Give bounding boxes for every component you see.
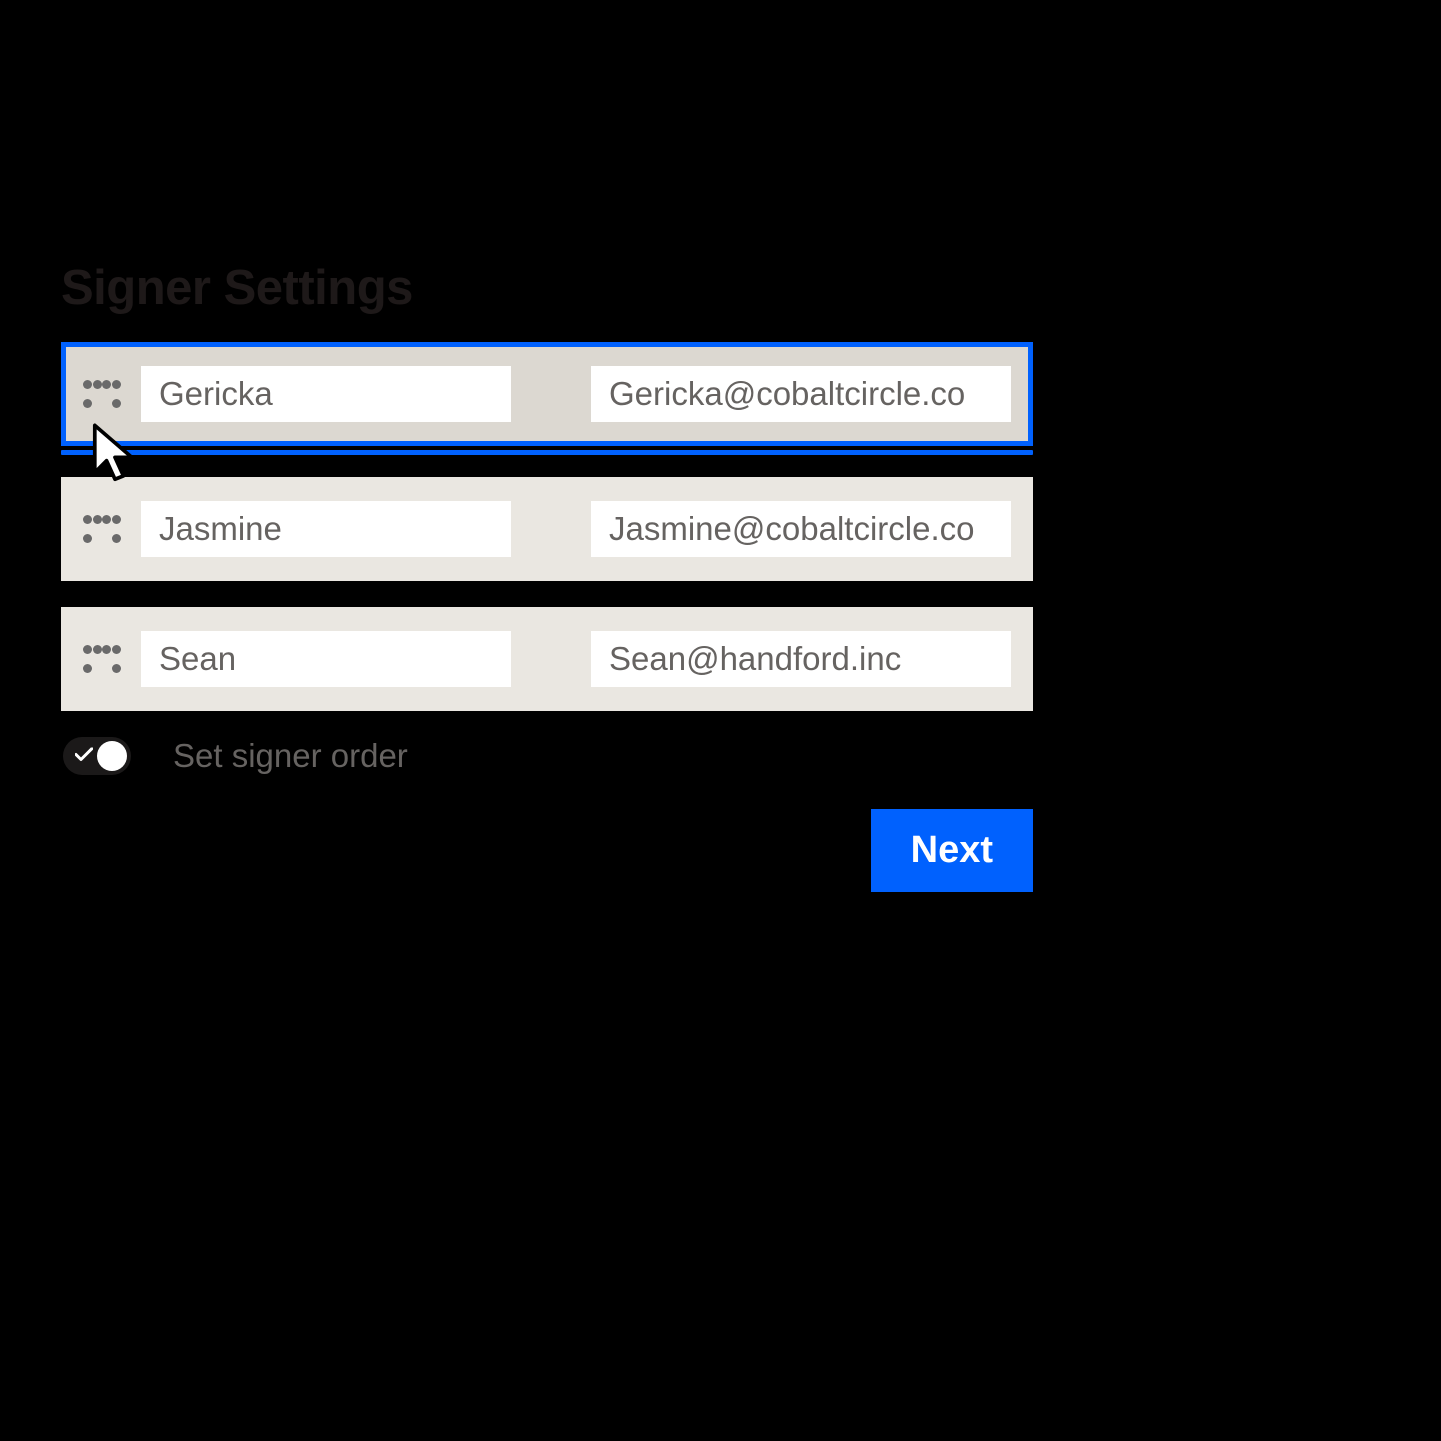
signer-row[interactable] bbox=[61, 607, 1033, 711]
signer-name-input[interactable] bbox=[141, 366, 511, 422]
footer: Next bbox=[61, 809, 1033, 892]
drag-handle-icon[interactable] bbox=[83, 645, 121, 673]
signer-settings-panel: Signer Settings bbox=[61, 260, 1033, 892]
drag-handle-icon[interactable] bbox=[83, 380, 121, 408]
signer-name-input[interactable] bbox=[141, 501, 511, 557]
signer-order-toggle-row: Set signer order bbox=[63, 737, 1033, 775]
page-title: Signer Settings bbox=[61, 260, 1033, 316]
signer-order-toggle-label: Set signer order bbox=[173, 737, 408, 775]
signer-email-input[interactable] bbox=[591, 366, 1011, 422]
next-button[interactable]: Next bbox=[871, 809, 1033, 892]
signer-row[interactable] bbox=[61, 477, 1033, 581]
toggle-knob bbox=[97, 741, 127, 771]
signer-email-input[interactable] bbox=[591, 631, 1011, 687]
signer-email-input[interactable] bbox=[591, 501, 1011, 557]
drop-indicator bbox=[61, 450, 1033, 455]
drag-handle-icon[interactable] bbox=[83, 515, 121, 543]
signer-name-input[interactable] bbox=[141, 631, 511, 687]
signer-order-toggle[interactable] bbox=[63, 737, 131, 775]
signer-row[interactable] bbox=[61, 342, 1033, 446]
check-icon bbox=[75, 746, 93, 767]
